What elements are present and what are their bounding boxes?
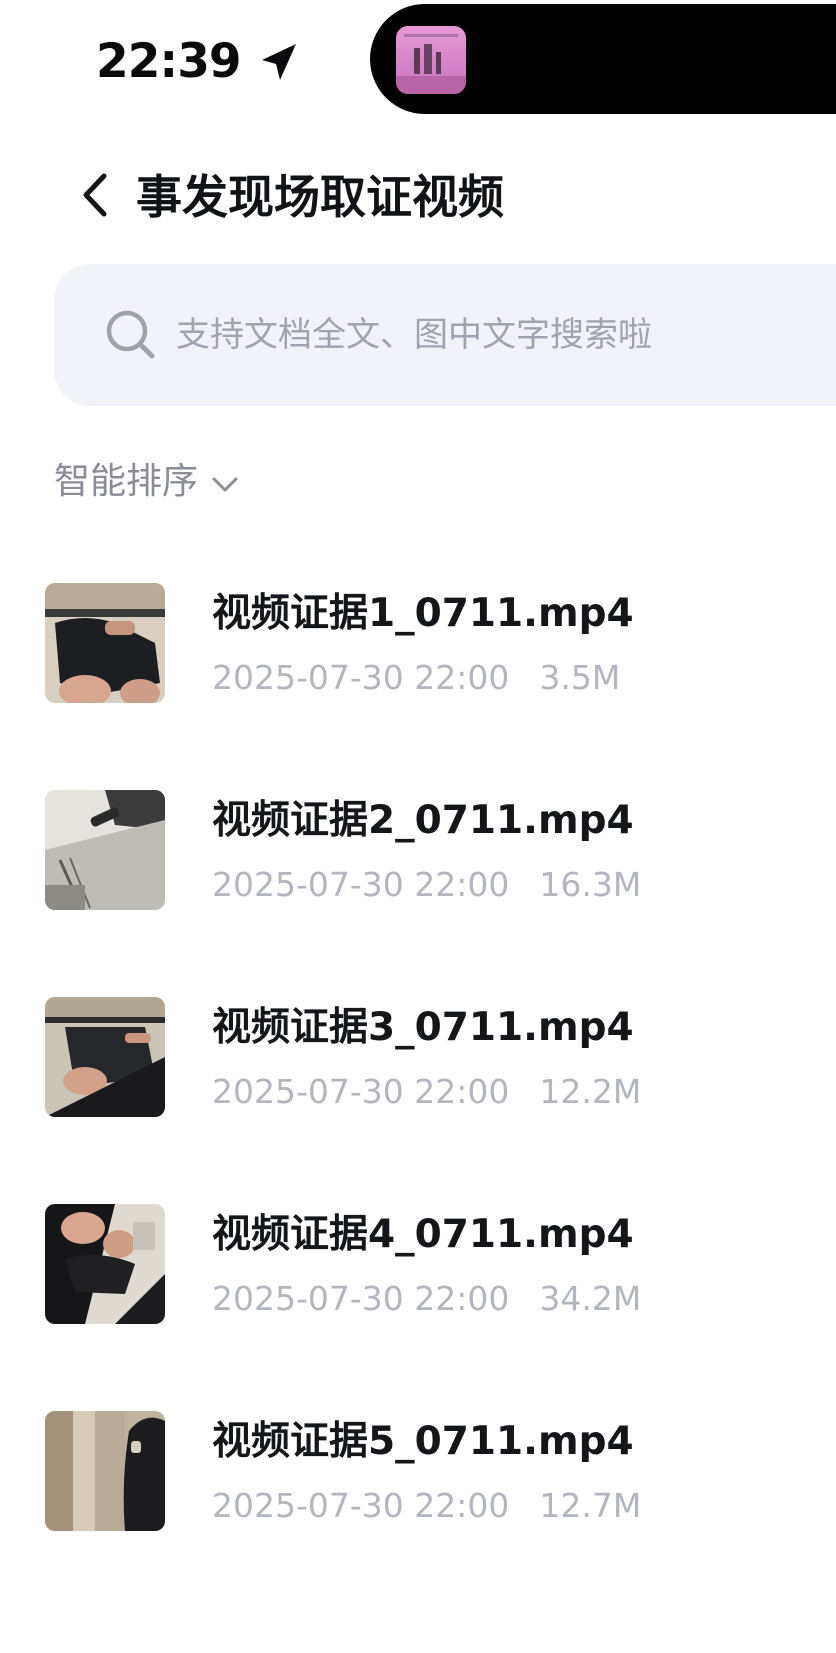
file-meta: 2025-07-30 22:00 12.7M — [212, 1483, 641, 1529]
file-size: 34.2M — [539, 1279, 642, 1318]
search-input[interactable] — [176, 305, 796, 365]
search-icon — [106, 310, 155, 359]
video-thumbnail — [45, 1204, 165, 1324]
file-meta: 2025-07-30 22:00 16.3M — [212, 862, 641, 908]
file-meta: 2025-07-30 22:00 34.2M — [212, 1276, 641, 1322]
file-name: 视频证据4_0711.mp4 — [212, 1212, 634, 1257]
video-thumbnail — [45, 997, 165, 1117]
file-item[interactable]: 视频证据3_0711.mp4 2025-07-30 22:00 12.2M — [0, 984, 836, 1174]
file-item[interactable]: 视频证据4_0711.mp4 2025-07-30 22:00 34.2M — [0, 1191, 836, 1381]
status-time: 22:39 — [96, 34, 242, 89]
video-thumbnail — [45, 583, 165, 703]
file-meta: 2025-07-30 22:00 3.5M — [212, 655, 620, 701]
file-meta: 2025-07-30 22:00 12.2M — [212, 1069, 641, 1115]
video-thumbnail — [45, 790, 165, 910]
file-item[interactable]: 视频证据1_0711.mp4 2025-07-30 22:00 3.5M — [0, 570, 836, 760]
file-item[interactable]: 视频证据2_0711.mp4 2025-07-30 22:00 16.3M — [0, 777, 836, 967]
sort-label: 智能排序 — [54, 461, 199, 502]
file-name: 视频证据5_0711.mp4 — [212, 1419, 634, 1464]
album-artwork[interactable] — [396, 26, 466, 94]
file-date: 2025-07-30 22:00 — [212, 1072, 510, 1111]
file-name: 视频证据2_0711.mp4 — [212, 798, 634, 843]
file-date: 2025-07-30 22:00 — [212, 1486, 510, 1525]
back-chevron-icon[interactable] — [78, 170, 112, 220]
file-item[interactable]: 视频证据5_0711.mp4 2025-07-30 22:00 12.7M — [0, 1398, 836, 1588]
chevron-down-icon — [212, 477, 238, 492]
video-thumbnail — [45, 1411, 165, 1531]
location-arrow-icon — [262, 44, 296, 80]
file-date: 2025-07-30 22:00 — [212, 658, 510, 697]
file-date: 2025-07-30 22:00 — [212, 1279, 510, 1318]
page-title: 事发现场取证视频 — [136, 170, 504, 224]
file-size: 3.5M — [539, 658, 621, 697]
file-size: 16.3M — [539, 865, 642, 904]
sort-dropdown[interactable]: 智能排序 — [54, 456, 240, 508]
file-name: 视频证据1_0711.mp4 — [212, 591, 634, 636]
file-date: 2025-07-30 22:00 — [212, 865, 510, 904]
file-size: 12.2M — [539, 1072, 642, 1111]
file-size: 12.7M — [539, 1486, 642, 1525]
file-name: 视频证据3_0711.mp4 — [212, 1005, 634, 1050]
